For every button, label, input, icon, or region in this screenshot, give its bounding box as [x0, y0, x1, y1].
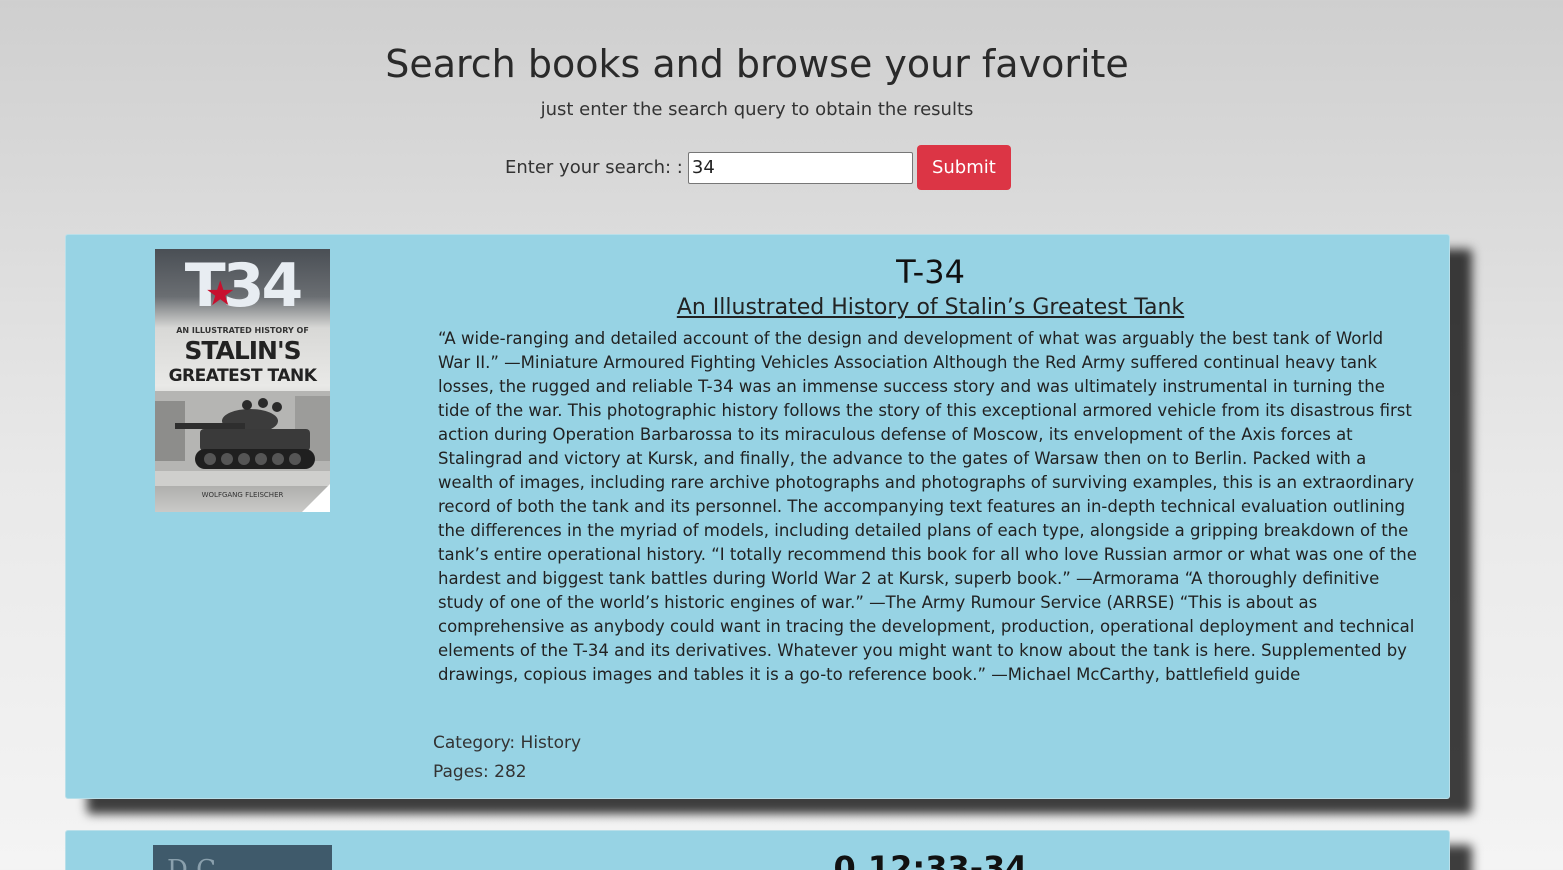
- book-pages: Pages: 282: [433, 762, 527, 782]
- cover-small-line: AN ILLUSTRATED HISTORY OF: [176, 326, 309, 335]
- book-subtitle-link[interactable]: An Illustrated History of Stalin’s Great…: [433, 293, 1428, 323]
- page-header: Search books and browse your favorite ju…: [0, 38, 1514, 122]
- cover-line2: GREATEST TANK: [168, 366, 317, 386]
- book-description: “A wide-ranging and detailed account of …: [438, 329, 1417, 684]
- book-category: Category: History: [433, 733, 582, 753]
- cover-big-title: T34: [184, 251, 303, 321]
- submit-button[interactable]: Submit: [916, 145, 1011, 190]
- book-title: T-34: [896, 253, 965, 291]
- book-title: 0.12:33-34: [833, 849, 1028, 870]
- book-card: T34 ★ AN ILLUSTRATED HISTORY OF STALIN'S…: [65, 234, 1450, 799]
- book-card: D C 0.12:33-34: [65, 830, 1450, 870]
- search-form: Enter your search: : Submit: [505, 145, 1011, 190]
- book-cover-image[interactable]: D C: [153, 845, 332, 870]
- book-cover-image[interactable]: T34 ★ AN ILLUSTRATED HISTORY OF STALIN'S…: [155, 249, 330, 512]
- tank-photo-icon: [155, 391, 330, 486]
- page-subtitle: just enter the search query to obtain th…: [540, 99, 974, 120]
- search-input[interactable]: [687, 151, 913, 184]
- page-title: Search books and browse your favorite: [385, 42, 1129, 86]
- cover-line1: STALIN'S: [184, 336, 301, 365]
- red-star-icon: ★: [205, 274, 236, 314]
- page-curl: [302, 484, 330, 512]
- search-label: Enter your search: :: [505, 157, 683, 178]
